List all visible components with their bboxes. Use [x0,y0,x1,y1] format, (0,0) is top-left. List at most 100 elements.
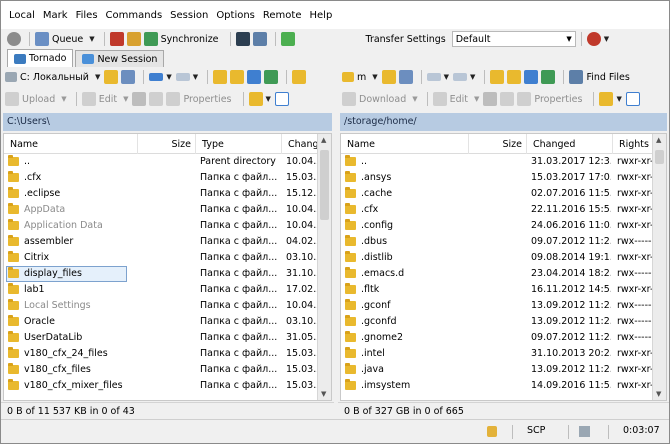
filter-icon[interactable] [398,70,413,84]
file-row[interactable]: lab1 Папка с файл... 17.02.20 [4,282,331,298]
edit-icon[interactable] [81,92,96,106]
drive-dropdown-icon[interactable]: ▼ [95,73,100,81]
add-icon[interactable] [625,92,640,106]
local-vertical-scrollbar[interactable]: ▲ ▼ [317,134,331,400]
queue-icon[interactable] [35,32,49,46]
file-row[interactable]: .emacs.d 23.04.2014 18:2... rwx------ [341,266,666,282]
column-changed[interactable]: Changed [527,134,613,154]
synchronize-button[interactable]: Synchronize [161,34,219,45]
menu-files[interactable]: Files [76,10,98,21]
menu-help[interactable]: Help [310,10,333,21]
new-folder-icon[interactable] [248,92,263,106]
edit-button[interactable]: Edit [99,94,117,105]
download-dropdown-icon[interactable]: ▼ [412,95,417,103]
scroll-up-icon[interactable]: ▲ [656,136,661,144]
tree-toggle-icon[interactable] [292,70,307,84]
filter-icon[interactable] [121,70,136,84]
file-row[interactable]: Local Settings Папка с файл... 10.04.20 [4,298,331,314]
file-row[interactable]: .gconfd 13.09.2012 11:2... rwx------ [341,314,666,330]
upload-icon[interactable] [5,92,19,106]
synchronize-browsing-icon[interactable] [126,32,141,46]
download-icon[interactable] [342,92,356,106]
remote-directory-select[interactable]: m [357,72,366,83]
root-directory-icon[interactable] [230,70,245,84]
parent-directory-icon[interactable] [490,70,505,84]
scroll-down-icon[interactable]: ▼ [656,390,661,398]
menu-commands[interactable]: Commands [106,10,163,21]
open-folder-icon[interactable] [104,70,119,84]
transfer-settings-select[interactable]: Default ▼ [451,31,576,47]
back-dropdown-icon[interactable]: ▼ [444,73,449,81]
tab-new-session[interactable]: New Session [75,50,165,67]
properties-icon[interactable] [517,92,532,106]
properties-icon[interactable] [166,92,181,106]
remote-vertical-scrollbar[interactable]: ▲ ▼ [652,134,666,400]
preferences-gear-icon[interactable] [7,32,21,46]
file-row[interactable]: .ansys 15.03.2017 17:0... rwxr-xr- [341,170,666,186]
putty-icon[interactable] [252,32,267,46]
edit-button[interactable]: Edit [450,94,468,105]
upload-button[interactable]: Upload [22,94,55,105]
column-type[interactable]: Type [196,134,282,154]
local-path-bar[interactable]: C:\Users\ [3,113,332,131]
new-folder-icon[interactable] [599,92,614,106]
synchronize-icon[interactable] [143,32,158,46]
forward-dropdown-icon[interactable]: ▼ [193,73,198,81]
home-icon[interactable] [247,70,262,84]
file-row[interactable]: display_files Папка с файл... 31.10.20 [4,266,331,282]
menu-local[interactable]: Local [9,10,35,21]
queue-dropdown-icon[interactable]: ▼ [89,35,94,43]
transfer-mode-icon[interactable] [586,32,601,46]
add-icon[interactable] [274,92,289,106]
file-row[interactable]: .intel 31.10.2013 20:2... rwxr-xr- [341,346,666,362]
file-row[interactable]: .cfx 22.11.2016 15:5... rwxr-xr- [341,202,666,218]
file-row[interactable]: UserDataLib Папка с файл... 31.05.20 [4,330,331,346]
properties-button[interactable]: Properties [534,94,582,105]
file-row[interactable]: Citrix Папка с файл... 03.10.20 [4,250,331,266]
menu-remote[interactable]: Remote [263,10,302,21]
console-icon[interactable] [235,32,250,46]
refresh-icon[interactable] [264,70,279,84]
delete-icon[interactable] [483,92,498,106]
scrollbar-thumb[interactable] [655,150,664,164]
forward-arrow-icon[interactable] [453,73,468,81]
file-row[interactable]: .gnome2 09.07.2012 11:2... rwx------ [341,330,666,346]
file-row[interactable]: .gconf 13.09.2012 11:2... rwx------ [341,298,666,314]
scroll-up-icon[interactable]: ▲ [321,136,326,144]
new-dropdown-icon[interactable]: ▼ [266,95,271,103]
forward-arrow-icon[interactable] [175,73,190,81]
find-files-icon[interactable] [569,70,584,84]
column-name[interactable]: Name [4,134,138,154]
file-row[interactable]: .. 31.03.2017 12:3... rwxr-xr- [341,154,666,170]
file-row[interactable]: .. Parent directory 10.04.20 [4,154,331,170]
menu-session[interactable]: Session [170,10,208,21]
menu-mark[interactable]: Mark [43,10,68,21]
column-name[interactable]: Name [341,134,469,154]
back-arrow-icon[interactable] [426,73,441,81]
local-drive-select[interactable]: C: Локальный [20,72,89,83]
rename-icon[interactable] [500,92,515,106]
file-row[interactable]: v180_cfx_mixer_files Папка с файл... 15.03… [4,378,331,394]
file-row[interactable]: .distlib 09.08.2014 19:1... rwxr-xr- [341,250,666,266]
file-row[interactable]: .java 13.09.2012 11:2... rwxr-xr- [341,362,666,378]
parent-directory-icon[interactable] [213,70,228,84]
file-row[interactable]: .fltk 16.11.2012 14:5... rwxr-xr- [341,282,666,298]
file-row[interactable]: .imsystem 14.09.2016 11:5... rwxr-xr- [341,378,666,394]
file-row[interactable]: assembler Папка с файл... 04.02.20 [4,234,331,250]
transfer-mode-dropdown-icon[interactable]: ▼ [604,35,609,43]
back-arrow-icon[interactable] [149,73,164,81]
find-files-button[interactable]: Find Files [586,72,629,83]
column-changed[interactable]: Change [282,134,319,154]
tab-tornado[interactable]: Tornado [7,49,74,67]
column-size[interactable]: Size [138,134,196,154]
menu-options[interactable]: Options [216,10,255,21]
root-directory-icon[interactable] [507,70,522,84]
scroll-down-icon[interactable]: ▼ [321,390,326,398]
delete-icon[interactable] [132,92,147,106]
file-row[interactable]: v180_cfx_files Папка с файл... 15.03.20 [4,362,331,378]
scrollbar-thumb[interactable] [320,150,329,220]
file-row[interactable]: Oracle Папка с файл... 03.10.20 [4,314,331,330]
compare-directories-icon[interactable] [109,32,124,46]
back-dropdown-icon[interactable]: ▼ [166,73,171,81]
file-row[interactable]: v180_cfx_24_files Папка с файл... 15.03.20 [4,346,331,362]
